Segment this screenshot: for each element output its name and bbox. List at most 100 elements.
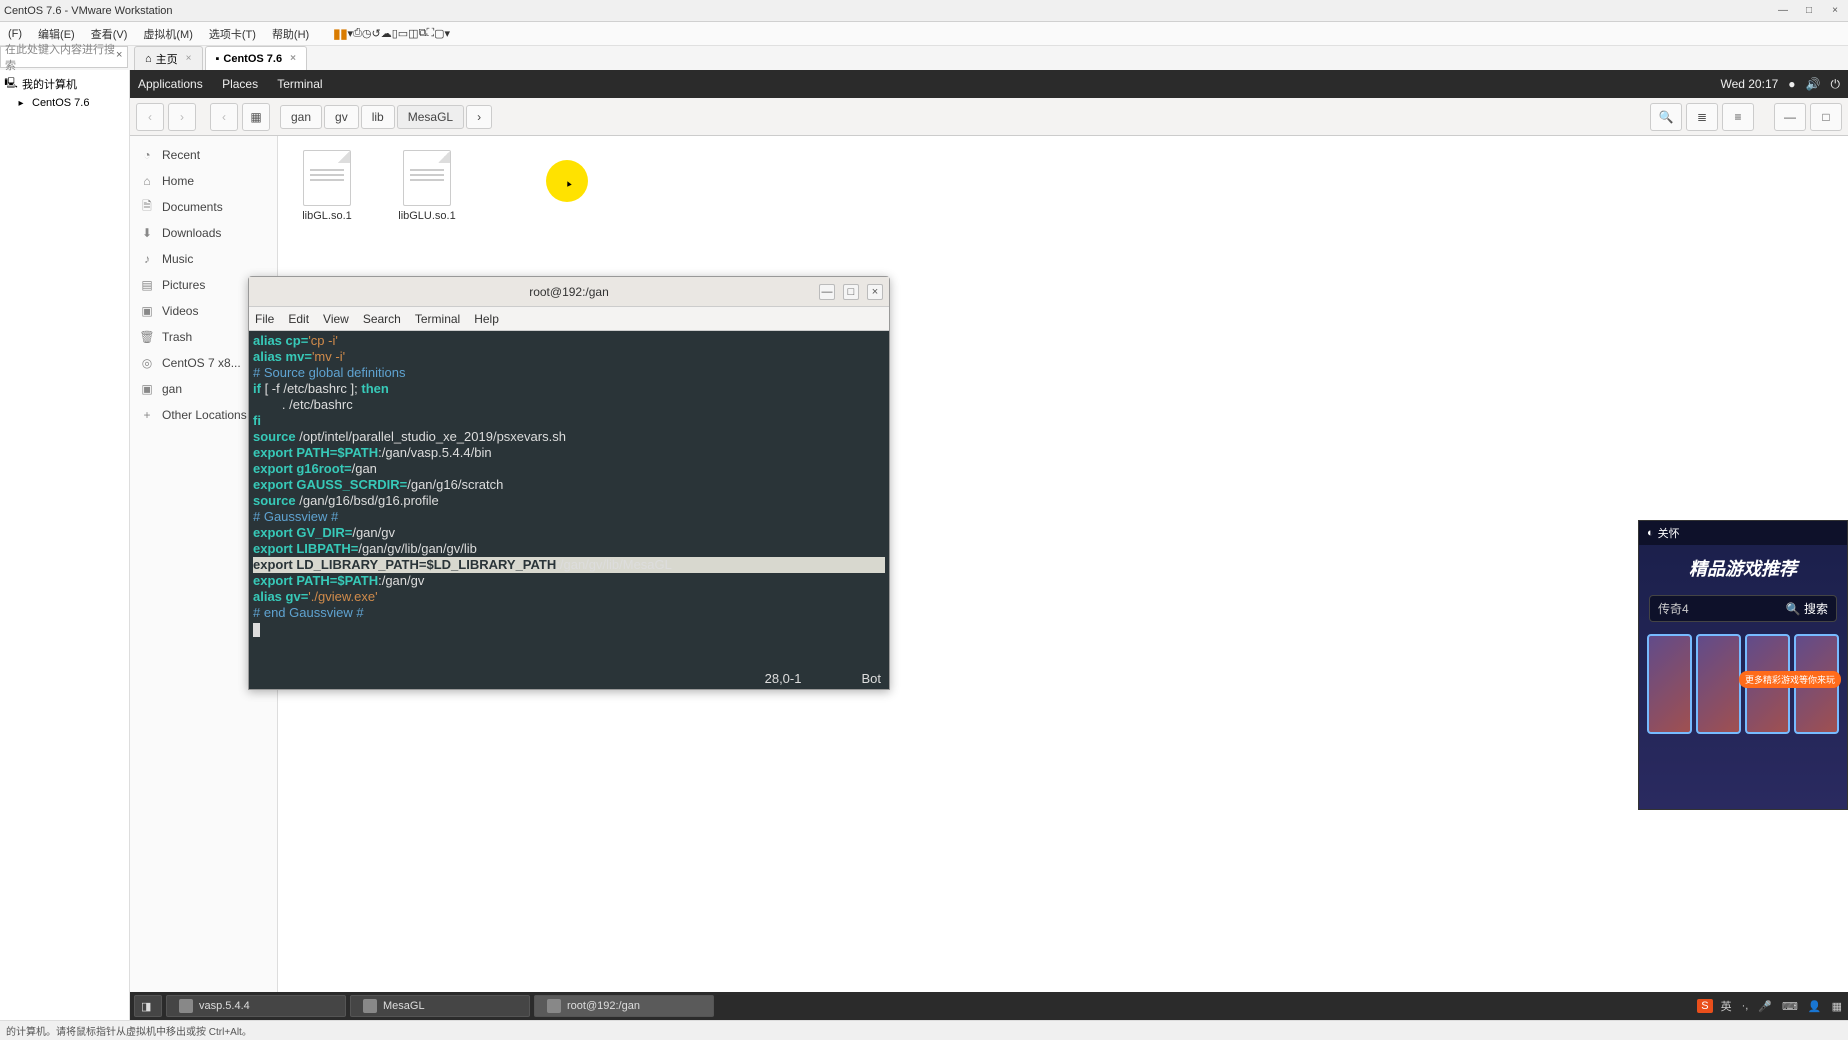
nav-forward-button[interactable]: › <box>168 103 196 131</box>
terminal-maximize-icon[interactable]: □ <box>843 284 859 300</box>
revert-icon[interactable]: ↺ <box>371 27 380 40</box>
status-dot-icon: ● <box>1788 77 1795 91</box>
gnome-topbar: Applications Places Terminal Wed 20:17 ●… <box>130 70 1848 98</box>
close-tab-icon[interactable]: × <box>186 53 192 64</box>
vm-node-icon: ▸ <box>14 96 28 110</box>
ime-lang-label[interactable]: 英 <box>1719 998 1734 1014</box>
gnome-taskbar: ◨ vasp.5.4.4 MesaGL root@192:/gan S 英 ·,… <box>130 992 1848 1020</box>
crumb-mesagl[interactable]: MesaGL <box>397 105 464 129</box>
ime-sogou-icon[interactable]: S <box>1697 999 1712 1013</box>
term-menu-edit[interactable]: Edit <box>288 312 309 326</box>
layout2-icon[interactable]: ▭ <box>398 27 408 40</box>
ad-thumb[interactable] <box>1696 634 1741 734</box>
term-menu-search[interactable]: Search <box>363 312 401 326</box>
terminal-output[interactable]: alias cp='cp -i'alias mv='mv -i'# Source… <box>249 331 889 671</box>
sidebar-downloads[interactable]: ⬇Downloads <box>130 220 277 246</box>
menu-edit[interactable]: 编辑(E) <box>30 26 83 42</box>
tab-home[interactable]: ⌂ 主页 × <box>134 46 203 70</box>
nav-home-button[interactable]: ▦ <box>242 103 270 131</box>
terminal-status-line: 28,0-1 Bot <box>249 671 889 689</box>
apps-menu[interactable]: Applications <box>138 77 203 91</box>
pause-icon[interactable]: ▮▮ <box>333 26 347 42</box>
term-menu-view[interactable]: View <box>323 312 349 326</box>
terminal-menu[interactable]: Terminal <box>277 77 322 91</box>
menu-view[interactable]: 查看(V) <box>83 26 136 42</box>
tray-punct-icon[interactable]: ·, <box>1740 1000 1751 1012</box>
task-terminal[interactable]: root@192:/gan <box>534 995 714 1017</box>
task-vasp[interactable]: vasp.5.4.4 <box>166 995 346 1017</box>
hamburger-icon[interactable]: ≡ <box>1722 103 1754 131</box>
tray-person-icon[interactable]: 👤 <box>1806 1000 1824 1013</box>
close-tab-icon[interactable]: × <box>290 53 296 64</box>
computer-icon: 🖳 <box>4 77 18 91</box>
manage-icon[interactable]: ☁ <box>381 27 392 40</box>
menu-file[interactable]: (F) <box>0 28 30 40</box>
minimize-icon[interactable]: — <box>1770 1 1796 21</box>
vmware-menubar: (F) 编辑(E) 查看(V) 虚拟机(M) 选项卡(T) 帮助(H) ▮▮ ▾… <box>0 22 1848 46</box>
layout3-icon[interactable]: ◫ <box>408 27 418 40</box>
task-mesagl[interactable]: MesaGL <box>350 995 530 1017</box>
terminal-close-icon[interactable]: × <box>867 284 883 300</box>
window-minimize-icon[interactable]: — <box>1774 103 1806 131</box>
ad-titlebar-label: 关怀 <box>1658 525 1680 541</box>
clock-icon[interactable]: ◷ <box>362 27 372 40</box>
sidebar-home[interactable]: ⌂ Home <box>130 168 277 194</box>
maximize-icon[interactable]: □ <box>1796 1 1822 21</box>
tree-root[interactable]: 🖳 我的计算机 <box>0 74 129 94</box>
close-icon[interactable]: × <box>1822 1 1848 21</box>
file-libglu[interactable]: libGLU.so.1 <box>392 150 462 222</box>
documents-icon: 🗎 <box>140 200 154 214</box>
layout4-icon[interactable]: ⧉ <box>419 27 427 40</box>
show-desktop-button[interactable]: ◨ <box>134 995 162 1017</box>
terminal-minimize-icon[interactable]: — <box>819 284 835 300</box>
menu-vm[interactable]: 虚拟机(M) <box>135 26 201 42</box>
places-menu[interactable]: Places <box>222 77 258 91</box>
plus-icon: + <box>140 408 154 422</box>
file-libgl[interactable]: libGL.so.1 <box>292 150 362 222</box>
tab-centos[interactable]: ▪ CentOS 7.6 × <box>205 46 307 70</box>
sidebar-documents[interactable]: 🗎 Documents <box>130 194 277 220</box>
term-menu-file[interactable]: File <box>255 312 274 326</box>
volume-icon[interactable]: 🔊 <box>1806 77 1821 91</box>
home-icon: ⌂ <box>140 174 154 188</box>
terminal-window[interactable]: root@192:/gan — □ × File Edit View Searc… <box>248 276 890 690</box>
close-library-icon[interactable]: × <box>116 49 122 61</box>
search-icon[interactable]: 🔍 <box>1650 103 1682 131</box>
ad-search-input[interactable]: 传奇4 🔍 搜索 <box>1649 595 1837 622</box>
sidebar-documents-label: Documents <box>162 200 223 214</box>
sidebar-music[interactable]: ♪Music <box>130 246 277 272</box>
crumb-lib[interactable]: lib <box>361 105 395 129</box>
term-menu-help[interactable]: Help <box>474 312 499 326</box>
menu-tabs[interactable]: 选项卡(T) <box>201 26 264 42</box>
window-maximize-icon[interactable]: □ <box>1810 103 1842 131</box>
trash-icon: 🗑 <box>140 330 154 344</box>
ad-search-value: 传奇4 <box>1658 600 1689 617</box>
term-menu-terminal[interactable]: Terminal <box>415 312 460 326</box>
sidebar-home-label: Home <box>162 174 194 188</box>
crumb-gv[interactable]: gv <box>324 105 359 129</box>
tree-vm[interactable]: ▸ CentOS 7.6 <box>0 94 129 112</box>
ad-titlebar[interactable]: ◐ 关怀 <box>1639 521 1847 545</box>
clock-label[interactable]: Wed 20:17 <box>1720 77 1778 91</box>
fullscreen-icon[interactable]: ⛶ <box>426 27 434 40</box>
ad-popup[interactable]: ◐ 关怀 精品游戏推荐 传奇4 🔍 搜索 更多精彩游戏等你来玩 <box>1638 520 1848 810</box>
library-search-input[interactable]: 在此处键入内容进行搜索 <box>0 46 128 68</box>
snapshot-icon[interactable]: ⎙ <box>353 27 362 40</box>
unity-icon[interactable]: ▢▾ <box>434 27 450 40</box>
menu-help[interactable]: 帮助(H) <box>264 26 317 42</box>
nav-back-button[interactable]: ‹ <box>136 103 164 131</box>
tray-grid-icon[interactable]: ▦ <box>1830 1000 1844 1013</box>
sidebar-recent[interactable]: ◔Recent <box>130 142 277 168</box>
crumb-gan[interactable]: gan <box>280 105 322 129</box>
view-list-icon[interactable]: ≣ <box>1686 103 1718 131</box>
tray-keyboard-icon[interactable]: ⌨ <box>1780 1000 1800 1013</box>
nav-up-button[interactable]: ‹ <box>210 103 238 131</box>
power-icon[interactable]: ⏻ <box>1831 77 1841 92</box>
ad-thumb[interactable] <box>1647 634 1692 734</box>
music-icon: ♪ <box>140 252 154 266</box>
tray-mic-icon[interactable]: 🎤 <box>1756 1000 1774 1013</box>
system-tray: S 英 ·, 🎤 ⌨ 👤 ▦ <box>1697 998 1844 1014</box>
terminal-titlebar[interactable]: root@192:/gan — □ × <box>249 277 889 307</box>
ad-search-button[interactable]: 🔍 搜索 <box>1786 600 1828 617</box>
crumb-more-icon[interactable]: › <box>466 105 492 129</box>
